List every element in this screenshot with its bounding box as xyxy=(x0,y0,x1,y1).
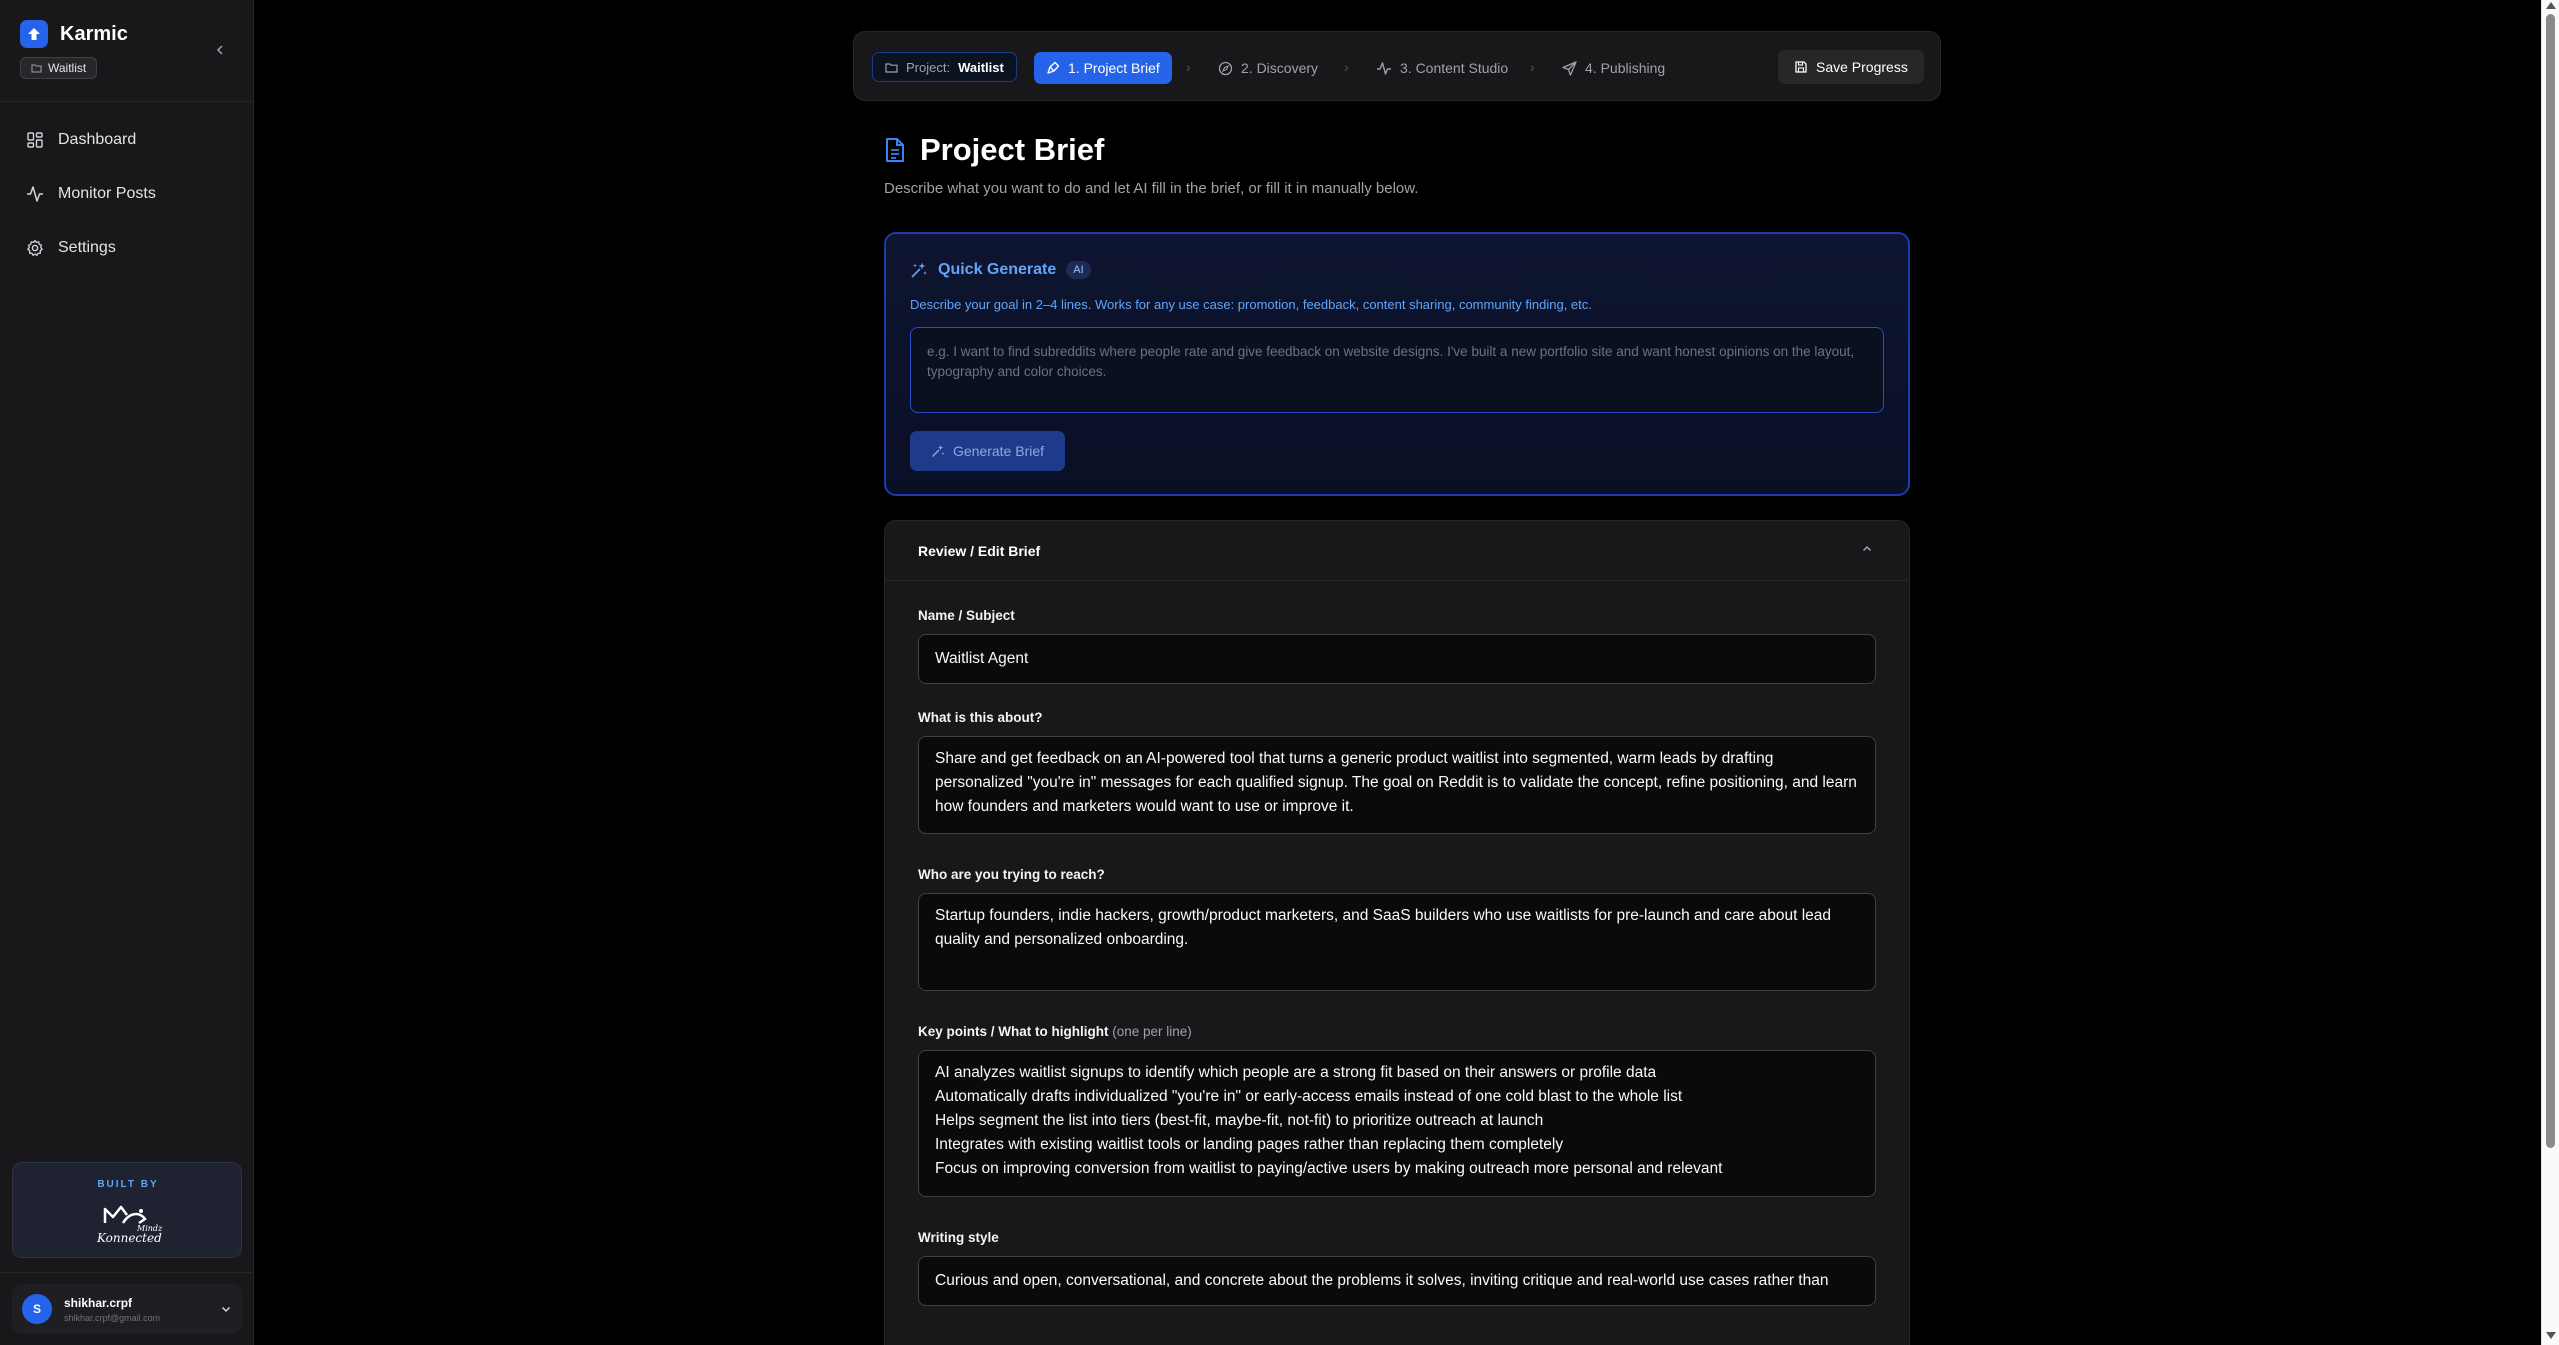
karmic-logo-icon xyxy=(20,20,48,48)
folder-icon xyxy=(885,62,898,73)
folder-icon xyxy=(31,64,42,73)
collapse-review-button[interactable] xyxy=(1861,543,1873,555)
step-discovery[interactable]: 2. Discovery xyxy=(1218,52,1318,84)
generate-brief-button[interactable]: Generate Brief xyxy=(910,431,1065,471)
sidebar-item-label: Dashboard xyxy=(58,131,137,148)
save-progress-button[interactable]: Save Progress xyxy=(1778,50,1924,84)
project-chip[interactable]: Waitlist xyxy=(20,57,98,79)
page-title: Project Brief xyxy=(920,132,1105,167)
goal-description-input[interactable] xyxy=(910,327,1884,413)
compass-icon xyxy=(1218,61,1233,75)
key-points-textarea[interactable]: AI analyzes waitlist signups to identify… xyxy=(918,1050,1876,1197)
project-selector[interactable]: Project: Waitlist xyxy=(872,52,1017,82)
step-label: 3. Content Studio xyxy=(1400,60,1509,76)
send-icon xyxy=(1562,60,1577,76)
activity-icon xyxy=(1377,61,1391,75)
dashboard-icon xyxy=(27,132,43,148)
step-label: 4. Publishing xyxy=(1585,60,1666,76)
sparkles-wand-icon xyxy=(931,445,945,457)
sidebar-item-label: Settings xyxy=(58,239,116,256)
sparkles-wand-icon xyxy=(911,262,927,278)
mindz-konnected-logo: Mindz Konnected xyxy=(93,1199,163,1247)
scroll-down-arrow-icon[interactable] xyxy=(2546,1332,2556,1339)
step-separator: › xyxy=(1344,59,1349,75)
about-label: What is this about? xyxy=(918,710,1043,725)
key-points-label: Key points / What to highlight (one per … xyxy=(918,1024,1192,1039)
review-brief-header[interactable]: Review / Edit Brief xyxy=(885,521,1909,581)
review-brief-title: Review / Edit Brief xyxy=(918,543,1041,559)
writing-style-label: Writing style xyxy=(918,1230,999,1245)
audience-textarea[interactable]: Startup founders, indie hackers, growth/… xyxy=(918,893,1876,991)
sidebar-nav: Dashboard Monitor Posts Settings xyxy=(12,120,242,282)
save-progress-label: Save Progress xyxy=(1816,59,1908,75)
step-project-brief[interactable]: 1. Project Brief xyxy=(1034,52,1172,84)
pen-tool-icon xyxy=(1047,61,1060,74)
chevron-left-icon xyxy=(216,45,223,55)
user-name: shikhar.crpf xyxy=(64,1295,133,1310)
gear-icon xyxy=(27,239,43,257)
save-icon xyxy=(1795,61,1807,73)
page-header: Project Brief xyxy=(884,132,1104,168)
ai-badge: AI xyxy=(1066,261,1091,279)
about-textarea[interactable]: Share and get feedback on an AI-powered … xyxy=(918,736,1876,834)
project-chip-label: Waitlist xyxy=(48,61,87,75)
sidebar-item-label: Monitor Posts xyxy=(58,185,156,202)
sidebar-item-dashboard[interactable]: Dashboard xyxy=(12,120,242,160)
step-separator: › xyxy=(1186,59,1191,75)
quick-generate-description: Describe your goal in 2–4 lines. Works f… xyxy=(910,297,1592,312)
brand-name: Karmic xyxy=(60,22,128,45)
user-menu[interactable]: S shikhar.crpf shikhar.crpf@gmail.com xyxy=(12,1284,242,1334)
page-scrollbar[interactable] xyxy=(2541,0,2559,1345)
chevron-down-icon xyxy=(221,1306,231,1313)
key-points-label-text: Key points / What to highlight xyxy=(918,1024,1109,1039)
chevron-up-icon xyxy=(1862,545,1872,552)
sidebar-divider xyxy=(0,101,254,102)
quick-generate-card: Quick Generate AI Describe your goal in … xyxy=(884,232,1910,496)
step-publishing[interactable]: 4. Publishing xyxy=(1562,52,1665,84)
step-label: 1. Project Brief xyxy=(1068,60,1160,76)
sidebar: Karmic Waitlist Dashboard Monitor Posts … xyxy=(0,0,254,1345)
workflow-stepper: Project: Waitlist 1. Project Brief › 2. … xyxy=(853,31,1941,101)
quick-generate-title: Quick Generate xyxy=(938,261,1057,278)
user-email: shikhar.crpf@gmail.com xyxy=(64,1312,161,1323)
project-label: Project: xyxy=(906,59,951,75)
name-subject-input[interactable] xyxy=(918,634,1876,684)
generate-brief-label: Generate Brief xyxy=(952,443,1045,459)
sidebar-item-settings[interactable]: Settings xyxy=(12,228,242,268)
step-separator: › xyxy=(1530,59,1535,75)
collapse-sidebar-button[interactable] xyxy=(210,40,230,60)
writing-style-input[interactable] xyxy=(918,1256,1876,1306)
svg-text:Konnected: Konnected xyxy=(96,1231,162,1245)
sidebar-divider xyxy=(0,1272,254,1273)
step-content-studio[interactable]: 3. Content Studio xyxy=(1376,52,1508,84)
project-name: Waitlist xyxy=(958,59,1004,75)
scroll-up-arrow-icon[interactable] xyxy=(2546,2,2556,9)
document-icon xyxy=(886,138,904,162)
avatar: S xyxy=(22,1294,52,1324)
audience-label: Who are you trying to reach? xyxy=(918,867,1105,882)
built-by-card[interactable]: BUILT BY Mindz Konnected xyxy=(12,1162,242,1258)
page-subtitle: Describe what you want to do and let AI … xyxy=(884,180,1419,197)
quick-generate-header: Quick Generate AI xyxy=(910,261,1091,279)
step-label: 2. Discovery xyxy=(1241,60,1319,76)
brand[interactable]: Karmic xyxy=(20,20,128,48)
name-subject-label: Name / Subject xyxy=(918,608,1015,623)
review-brief-card: Review / Edit Brief Name / Subject What … xyxy=(884,520,1910,1345)
activity-icon xyxy=(27,186,43,202)
built-by-label: BUILT BY xyxy=(97,1179,159,1190)
user-info: shikhar.crpf shikhar.crpf@gmail.com xyxy=(64,1296,160,1323)
key-points-hint: (one per line) xyxy=(1112,1024,1192,1039)
scrollbar-thumb[interactable] xyxy=(2546,14,2555,1148)
sidebar-item-monitor-posts[interactable]: Monitor Posts xyxy=(12,174,242,214)
